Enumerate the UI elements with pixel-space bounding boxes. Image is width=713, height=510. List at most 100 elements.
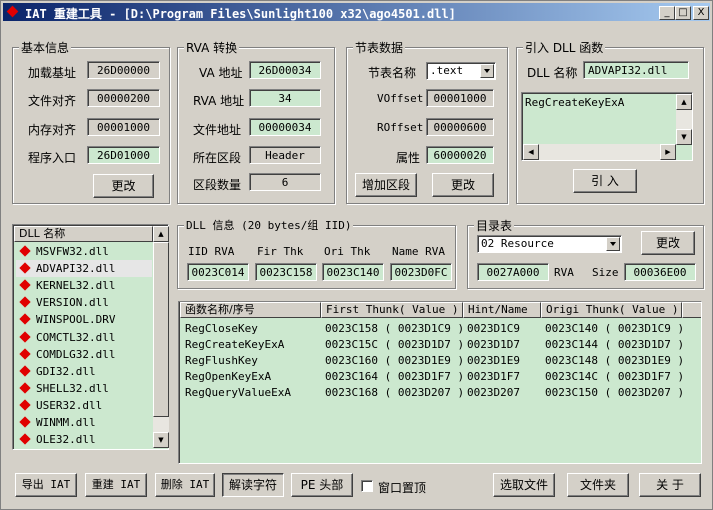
maximize-button[interactable]: □ <box>675 6 691 20</box>
select-file-button[interactable]: 选取文件 <box>493 473 555 497</box>
va-field[interactable]: 26D00034 <box>249 61 321 79</box>
dll-list-item[interactable]: MSVFW32.dll <box>16 243 152 260</box>
roffset-field[interactable]: 00000600 <box>426 118 494 136</box>
red-diamond-icon <box>19 416 31 428</box>
file-align-field[interactable]: 00000200 <box>87 89 160 107</box>
folder-button[interactable]: 文件夹 <box>567 473 629 497</box>
window-top-checkbox[interactable] <box>361 480 373 492</box>
func-name-textarea[interactable]: RegCreateKeyExA ▲ ▼ ◀ ▶ <box>521 92 693 161</box>
minimize-button[interactable]: _ <box>659 6 675 20</box>
col-header-hint-name[interactable]: Hint/Name <box>463 302 541 318</box>
dll-info-title: DLL 信息 (20 bytes/组 IID) <box>184 217 354 233</box>
directory-change-button[interactable]: 更改 <box>641 231 695 255</box>
dll-name-field[interactable]: ADVAPI32.dll <box>583 61 689 79</box>
table-cell: RegOpenKeyExA <box>185 370 272 383</box>
attr-label: 属性 <box>396 151 421 165</box>
load-base-field[interactable]: 26D00000 <box>87 61 160 79</box>
dll-list-item[interactable]: KERNEL32.dll <box>16 277 152 294</box>
dll-list-item[interactable]: OLE32.dll <box>16 431 152 448</box>
table-cell: RegCloseKey <box>185 322 258 335</box>
scroll-up-icon[interactable]: ▲ <box>676 94 692 110</box>
table-cell: 0023C15C ( 0023D1D7 ) <box>325 338 465 351</box>
red-diamond-icon <box>19 279 31 291</box>
export-iat-button[interactable]: 导出 IAT <box>15 473 77 497</box>
decode-string-button[interactable]: 解读字符 <box>222 473 284 497</box>
scroll-down-icon[interactable]: ▼ <box>153 432 169 448</box>
scroll-thumb[interactable] <box>153 242 169 417</box>
directory-combo[interactable]: 02 Resource <box>477 235 622 253</box>
chevron-down-icon[interactable] <box>480 64 494 78</box>
dll-list-item-label: SHELL32.dll <box>36 381 109 395</box>
close-button[interactable]: X <box>693 6 709 20</box>
add-section-button[interactable]: 增加区段 <box>355 173 417 197</box>
import-func-title: 引入 DLL 函数 <box>523 39 606 56</box>
rebuild-iat-button[interactable]: 重建 IAT <box>85 473 147 497</box>
ori-thk-field[interactable]: 0023C140 <box>322 263 384 281</box>
dll-list-item[interactable]: VERSION.dll <box>16 294 152 311</box>
red-diamond-icon <box>19 365 31 377</box>
col-header-func-name[interactable]: 函数名称/序号 <box>180 302 321 318</box>
dll-list-item-label: COMCTL32.dll <box>36 330 116 344</box>
section-name-combo[interactable]: .text <box>426 62 496 80</box>
scroll-right-icon[interactable]: ▶ <box>660 144 676 160</box>
col-header-first-thunk[interactable]: First Thunk( Value ) <box>321 302 463 318</box>
table-cell: RegQueryValueExA <box>185 386 291 399</box>
dll-list-header[interactable]: DLL 名称 <box>14 226 153 242</box>
func-table[interactable]: 函数名称/序号 First Thunk( Value ) Hint/Name O… <box>178 301 702 464</box>
func-textarea-hscroll[interactable]: ◀ ▶ <box>523 144 676 160</box>
rva-convert-group: RVA 转换 VA 地址 26D00034 RVA 地址 34 文件地址 000… <box>177 39 335 204</box>
about-button[interactable]: 关 于 <box>639 473 701 497</box>
file-addr-field[interactable]: 00000034 <box>249 118 321 136</box>
table-cell: 0023C144 ( 0023D1D7 ) <box>545 338 685 351</box>
scroll-down-icon[interactable]: ▼ <box>676 129 692 145</box>
func-textarea-vscroll[interactable]: ▲ ▼ <box>676 94 692 145</box>
scroll-left-icon[interactable]: ◀ <box>523 144 539 160</box>
directory-size-field[interactable]: 00036E00 <box>624 263 696 281</box>
chevron-down-icon[interactable] <box>606 237 620 251</box>
iid-rva-field[interactable]: 0023C014 <box>187 263 249 281</box>
directory-group: 目录表 02 Resource 更改 0027A000 RVA Size 000… <box>467 217 704 289</box>
dll-list-item[interactable]: SHELL32.dll <box>16 380 152 397</box>
dll-list-item-label: WINMM.dll <box>36 416 96 429</box>
window-top-label[interactable]: 窗口置顶 <box>378 479 426 496</box>
section-change-button[interactable]: 更改 <box>432 173 494 197</box>
dll-list-item[interactable]: COMCTL32.dll <box>16 329 152 346</box>
mem-align-field[interactable]: 00001000 <box>87 118 160 136</box>
pe-header-button[interactable]: PE 头部 <box>291 473 353 497</box>
rva-field[interactable]: 34 <box>249 89 321 107</box>
import-func-group: 引入 DLL 函数 DLL 名称 ADVAPI32.dll RegCreateK… <box>516 39 704 204</box>
dll-list[interactable]: DLL 名称 MSVFW32.dll ADVAPI32.dll KERNEL32.d… <box>12 224 169 450</box>
directory-rva-field[interactable]: 0027A000 <box>477 263 549 281</box>
name-rva-field[interactable]: 0023D0FC <box>390 263 452 281</box>
dll-list-item-label: OLE32.dll <box>36 433 96 447</box>
dll-list-vscroll[interactable]: ▲ ▼ <box>153 226 169 448</box>
basic-change-button[interactable]: 更改 <box>93 174 154 198</box>
section-name-value: .text <box>430 64 464 77</box>
dll-list-item[interactable]: USER32.dll <box>16 397 152 414</box>
col-header-filler <box>682 302 701 318</box>
import-button[interactable]: 引 入 <box>573 169 637 193</box>
scroll-up-icon[interactable]: ▲ <box>153 226 169 242</box>
dll-list-item[interactable]: WINSPOOL.DRV <box>16 311 152 328</box>
dll-info-group: DLL 信息 (20 bytes/组 IID) IID RVA 0023C014… <box>177 217 456 289</box>
section-data-title: 节表数据 <box>353 39 406 56</box>
basic-info-title: 基本信息 <box>19 39 72 56</box>
col-header-origi-thunk[interactable]: Origi Thunk( Value ) <box>541 302 682 318</box>
app-diamond-icon <box>6 5 19 18</box>
dll-list-item[interactable]: GDI32.dll <box>16 363 152 380</box>
fir-thk-field[interactable]: 0023C158 <box>255 263 317 281</box>
dll-list-item-label: ADVAPI32.dll <box>36 262 116 276</box>
ori-thk-label: Ori Thk <box>324 245 371 258</box>
entry-field[interactable]: 26D01000 <box>87 146 160 164</box>
delete-iat-button[interactable]: 删除 IAT <box>155 473 215 497</box>
title-bar[interactable]: IAT 重建工具 - [D:\Program Files\Sunlight100… <box>3 3 710 21</box>
fir-thk-label: Fir Thk <box>257 245 304 258</box>
window-title: IAT 重建工具 - [D:\Program Files\Sunlight100… <box>25 7 456 21</box>
table-cell: 0023D1E9 <box>467 354 520 367</box>
attr-field[interactable]: 60000020 <box>426 146 494 164</box>
dll-list-item[interactable]: WINMM.dll <box>16 414 152 431</box>
voffset-field[interactable]: 00001000 <box>426 89 494 107</box>
dll-list-item[interactable]: COMDLG32.dll <box>16 346 152 363</box>
red-diamond-icon <box>19 245 31 257</box>
dll-list-item[interactable]: ADVAPI32.dll <box>16 260 152 278</box>
